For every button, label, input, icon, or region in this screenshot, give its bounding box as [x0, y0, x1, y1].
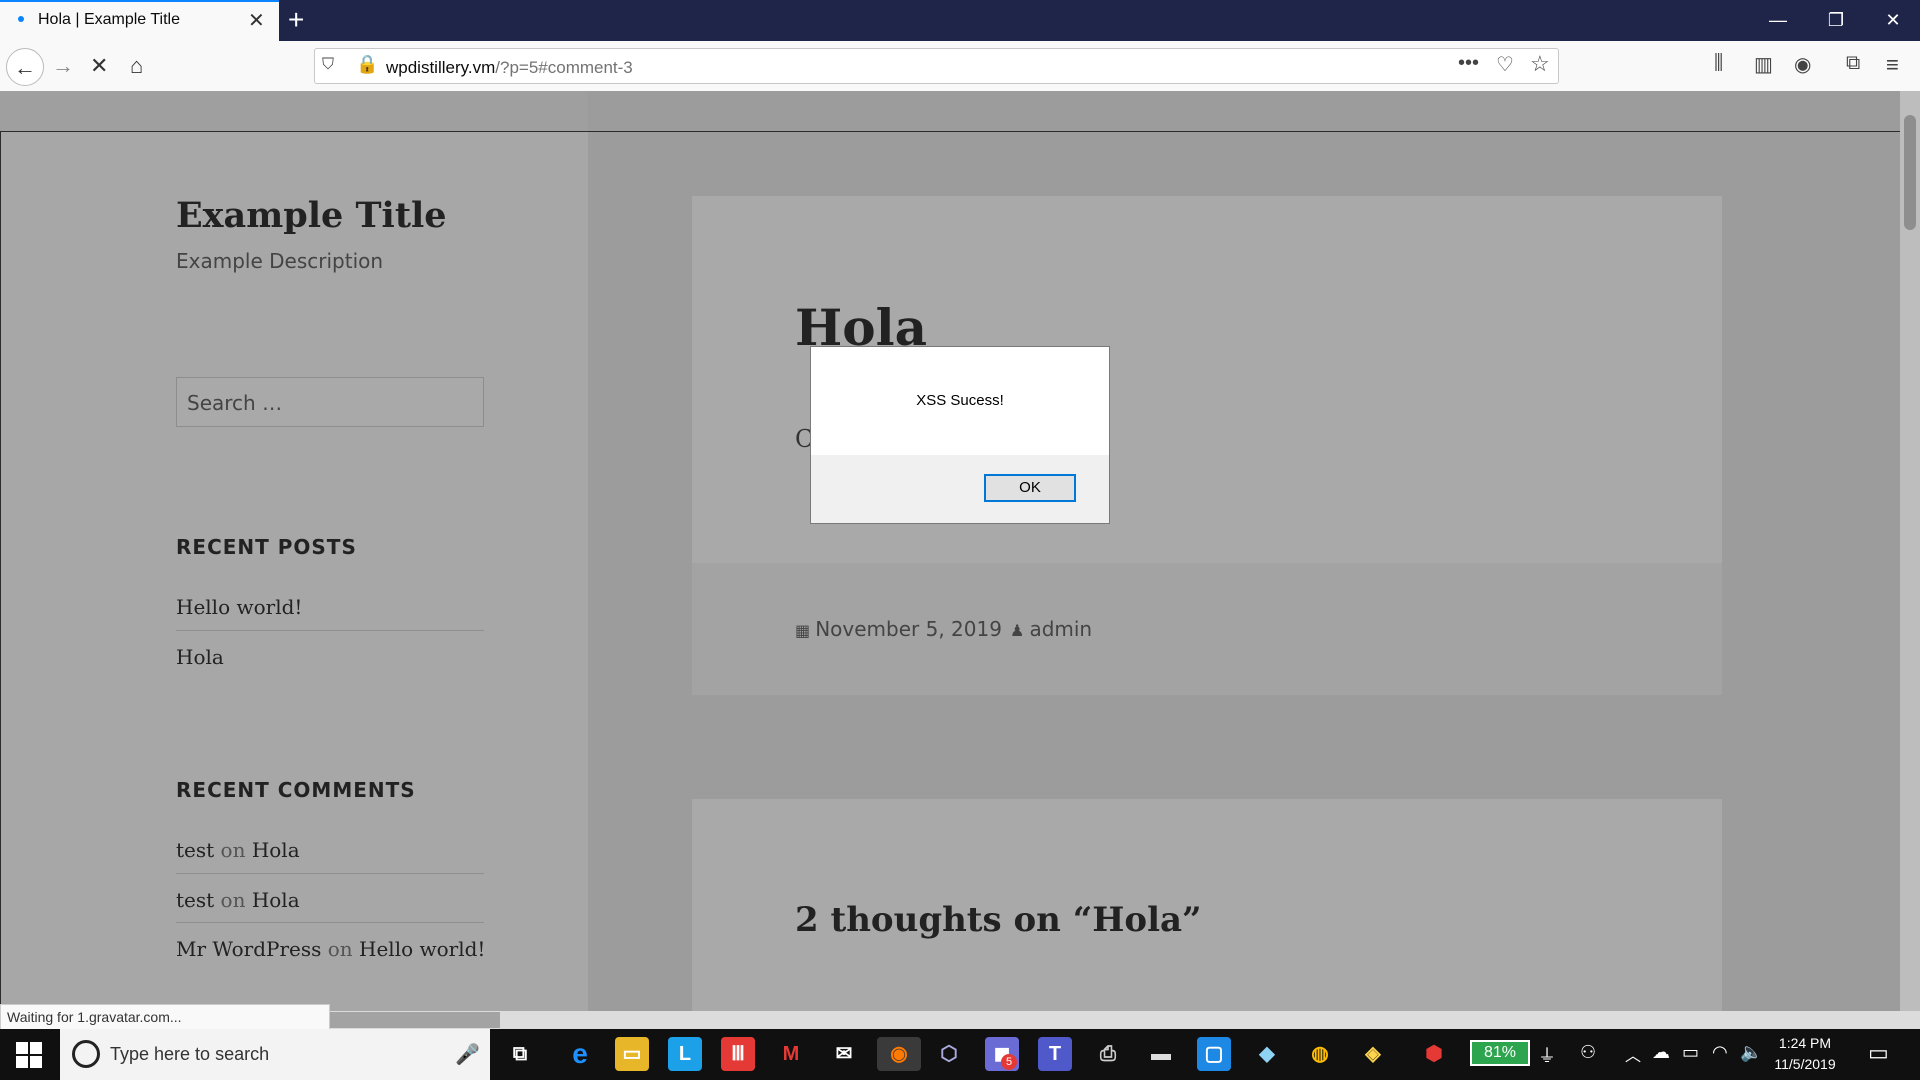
- comment-author[interactable]: test: [176, 888, 214, 912]
- notifications-icon[interactable]: ▭: [1868, 1040, 1889, 1066]
- site-title[interactable]: Example Title: [176, 195, 447, 236]
- comment-author[interactable]: Mr WordPress: [176, 937, 321, 961]
- divider: [176, 922, 484, 923]
- recent-comment-item: test on Hola: [176, 888, 300, 912]
- recent-comments-title: RECENT COMMENTS: [176, 778, 416, 802]
- scrollbar-thumb[interactable]: [1904, 115, 1916, 230]
- notification-badge: 5: [1001, 1054, 1017, 1070]
- battery-widget[interactable]: 81%: [1470, 1040, 1530, 1066]
- recent-posts-title: RECENT POSTS: [176, 535, 357, 559]
- firefox-icon[interactable]: ◉: [877, 1037, 921, 1071]
- pocket-icon[interactable]: ♡: [1496, 52, 1514, 77]
- url-text[interactable]: wpdistillery.vm/?p=5#comment-3: [386, 58, 633, 78]
- comment-author[interactable]: test: [176, 838, 214, 862]
- account-icon[interactable]: ◉: [1794, 52, 1811, 77]
- menu-icon[interactable]: ≡: [1886, 52, 1899, 78]
- comment-post-link[interactable]: Hola: [252, 888, 300, 912]
- url-path: /?p=5#comment-3: [495, 58, 633, 77]
- stop-loading-icon[interactable]: ✕: [90, 51, 108, 81]
- comments-heading: 2 thoughts on “Hola”: [795, 900, 1202, 940]
- loading-dot-icon: [18, 16, 24, 22]
- battery-icon[interactable]: ▭: [1682, 1042, 1699, 1063]
- library-icon[interactable]: ⫼: [1714, 52, 1723, 75]
- new-tab-icon[interactable]: +: [288, 4, 304, 36]
- edge-icon[interactable]: e: [563, 1037, 597, 1071]
- clock[interactable]: 1:24 PM 11/5/2019: [1760, 1033, 1850, 1075]
- app-cube-icon[interactable]: ⬢: [1417, 1037, 1451, 1071]
- page-actions-icon[interactable]: •••: [1458, 52, 1479, 75]
- microphone-icon[interactable]: 🎤: [455, 1042, 480, 1067]
- teams-icon[interactable]: T: [1038, 1037, 1072, 1071]
- taskbar-search-placeholder: Type here to search: [110, 1044, 270, 1064]
- site-description: Example Description: [176, 249, 384, 273]
- tab-title: Hola | Example Title: [38, 11, 180, 28]
- on-label: on: [327, 937, 353, 961]
- wifi-icon[interactable]: ◠: [1712, 1042, 1728, 1063]
- file-explorer-icon[interactable]: ▭: [615, 1037, 649, 1071]
- post-author[interactable]: ♟ admin: [1010, 617, 1092, 641]
- on-label: on: [220, 838, 246, 862]
- ok-button[interactable]: OK: [984, 474, 1076, 502]
- close-window-icon[interactable]: ✕: [1873, 6, 1913, 34]
- minimize-icon[interactable]: —: [1758, 6, 1798, 34]
- cloud-icon[interactable]: ☁: [1652, 1042, 1670, 1063]
- recent-comment-item: test on Hola: [176, 838, 300, 862]
- shield-icon[interactable]: ⛉: [322, 56, 334, 74]
- task-view-icon[interactable]: ⧉: [503, 1037, 537, 1071]
- restore-icon[interactable]: ❐: [1816, 6, 1856, 34]
- tab-close-icon[interactable]: ✕: [248, 8, 265, 33]
- on-label: on: [220, 888, 246, 912]
- forward-icon[interactable]: →: [52, 51, 74, 81]
- home-icon[interactable]: ⌂: [130, 51, 143, 81]
- clock-time: 1:24 PM: [1778, 1035, 1832, 1051]
- person-icon: ♟: [1010, 621, 1030, 640]
- clock-date: 11/5/2019: [1774, 1056, 1836, 1072]
- search-placeholder: Search …: [187, 391, 283, 415]
- comment-post-link[interactable]: Hola: [252, 838, 300, 862]
- scrollbar-thumb[interactable]: [330, 1012, 500, 1028]
- terminal-icon[interactable]: ▬: [1144, 1037, 1178, 1071]
- mail-icon[interactable]: ✉: [827, 1037, 861, 1071]
- status-text: Waiting for 1.gravatar.com...: [0, 1004, 330, 1031]
- recent-post-link[interactable]: Hello world!: [176, 595, 302, 619]
- divider: [176, 630, 484, 631]
- extensions-icon[interactable]: ⧉: [1846, 52, 1860, 75]
- divider: [176, 873, 484, 874]
- insecure-lock-icon[interactable]: 🔒: [356, 54, 378, 75]
- back-icon[interactable]: ←: [6, 48, 44, 86]
- post-date[interactable]: ▦ November 5, 2019: [795, 617, 1002, 641]
- recent-post-link[interactable]: Hola: [176, 645, 224, 669]
- virtualbox-icon[interactable]: ⬡: [932, 1037, 966, 1071]
- chevron-up-icon[interactable]: ︿: [1625, 1042, 1641, 1066]
- app-l-icon[interactable]: L: [668, 1037, 702, 1071]
- calendar-icon: ▦: [795, 621, 816, 640]
- divider: [0, 132, 1, 1011]
- windows-start-icon[interactable]: [16, 1042, 42, 1073]
- sidebar-icon[interactable]: ▥: [1754, 52, 1773, 77]
- cortana-icon: [72, 1040, 100, 1068]
- plug-icon: ⏚: [1538, 1046, 1556, 1066]
- alert-message: XSS Sucess!: [916, 392, 1004, 409]
- people-icon[interactable]: ⚇: [1580, 1042, 1596, 1063]
- comment-post-link[interactable]: Hello world!: [359, 937, 485, 961]
- divider: [0, 131, 1900, 132]
- recent-comment-item: Mr WordPress on Hello world!: [176, 937, 485, 961]
- app-printer-icon[interactable]: ⎙: [1091, 1037, 1125, 1071]
- app-red-icon[interactable]: Ⅲ: [721, 1037, 755, 1071]
- app-diamond-icon[interactable]: ◈: [1356, 1037, 1390, 1071]
- chrome-icon[interactable]: ◍: [1303, 1037, 1337, 1071]
- bookmark-star-icon[interactable]: ☆: [1530, 51, 1550, 77]
- mcafee-icon[interactable]: M: [774, 1037, 808, 1071]
- app-square-icon[interactable]: ▢: [1197, 1037, 1231, 1071]
- app-crystal-icon[interactable]: ◆: [1250, 1037, 1284, 1071]
